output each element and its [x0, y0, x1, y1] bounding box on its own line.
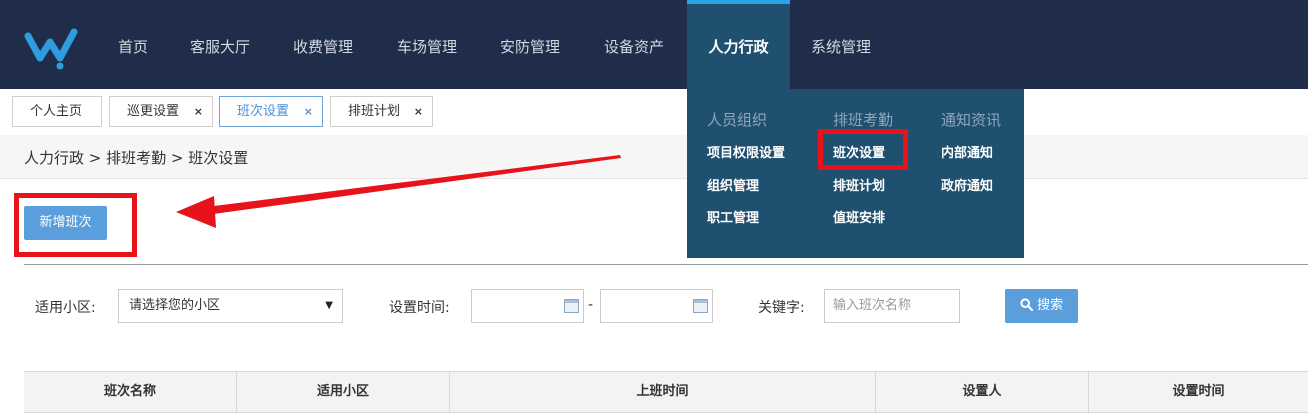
nav-item-billing[interactable]: 收费管理 — [293, 0, 353, 89]
menu-item-project-permissions[interactable]: 项目权限设置 — [707, 142, 785, 161]
page: 首页 客服大厅 收费管理 车场管理 安防管理 设备资产 人力行政 系统管理 个人… — [0, 0, 1308, 416]
hr-admin-dropdown-menu: 人员组织 排班考勤 通知资讯 项目权限设置 组织管理 职工管理 班次设置 排班计… — [687, 89, 1024, 258]
breadcrumb: 人力行政 > 排班考勤 > 班次设置 — [24, 149, 249, 167]
highlight-box-menu — [818, 129, 908, 170]
caret-down-icon: ▼ — [325, 300, 333, 311]
breadcrumb-bar: 人力行政 > 排班考勤 > 班次设置 — [0, 135, 1308, 179]
menu-item-schedule-plan[interactable]: 排班计划 — [833, 175, 885, 194]
nav-item-parking[interactable]: 车场管理 — [397, 0, 457, 89]
calendar-icon[interactable] — [564, 299, 579, 313]
tab-patrol-settings[interactable]: 巡更设置 × — [109, 96, 213, 127]
highlight-box-add — [14, 193, 137, 257]
tabs-bar: 个人主页 巡更设置 × 班次设置 × 排班计划 × — [0, 89, 1308, 135]
top-nav: 首页 客服大厅 收费管理 车场管理 安防管理 设备资产 人力行政 系统管理 — [0, 0, 1308, 89]
end-date-input[interactable] — [600, 289, 713, 323]
menu-item-staff-management[interactable]: 职工管理 — [707, 207, 759, 226]
nav-item-hr-admin[interactable]: 人力行政 — [687, 0, 790, 89]
nav-item-system[interactable]: 系统管理 — [811, 0, 871, 89]
tab-label: 巡更设置 — [127, 104, 180, 119]
close-icon[interactable]: × — [414, 97, 423, 126]
tab-label: 排班计划 — [348, 104, 401, 119]
nav-item-home[interactable]: 首页 — [118, 0, 148, 89]
community-label: 适用小区: — [35, 300, 96, 316]
keyword-input[interactable]: 输入班次名称 — [824, 289, 960, 323]
community-select[interactable]: 请选择您的小区 ▼ — [118, 289, 343, 323]
tab-label: 班次设置 — [237, 104, 290, 119]
column-header-shift-name[interactable]: 班次名称 — [24, 372, 236, 412]
tab-schedule-plan[interactable]: 排班计划 × — [330, 96, 433, 127]
time-label: 设置时间: — [389, 300, 450, 316]
search-icon — [1020, 298, 1034, 312]
tab-shift-settings[interactable]: 班次设置 × — [219, 96, 323, 127]
table-header: 班次名称 适用小区 上班时间 设置人 设置时间 — [24, 371, 1308, 413]
tab-home[interactable]: 个人主页 — [12, 96, 102, 127]
nav-item-assets[interactable]: 设备资产 — [604, 0, 664, 89]
column-header-setter[interactable]: 设置人 — [875, 372, 1088, 412]
menu-group-title-personnel: 人员组织 — [707, 111, 768, 129]
menu-item-government-notice[interactable]: 政府通知 — [941, 175, 993, 194]
column-header-community[interactable]: 适用小区 — [236, 372, 449, 412]
close-icon[interactable]: × — [194, 97, 203, 126]
community-select-value: 请选择您的小区 — [129, 298, 221, 313]
tab-label: 个人主页 — [30, 104, 83, 119]
keyword-placeholder: 输入班次名称 — [833, 298, 912, 313]
column-header-set-time[interactable]: 设置时间 — [1088, 372, 1308, 412]
close-icon[interactable]: × — [304, 97, 313, 126]
menu-item-org-management[interactable]: 组织管理 — [707, 175, 759, 194]
column-header-work-time[interactable]: 上班时间 — [449, 372, 875, 412]
keyword-label: 关键字: — [758, 300, 805, 316]
nav-item-service-hall[interactable]: 客服大厅 — [190, 0, 250, 89]
menu-item-duty-arrangement[interactable]: 值班安排 — [833, 207, 885, 226]
menu-group-title-notices: 通知资讯 — [941, 111, 1002, 129]
menu-group-title-attendance: 排班考勤 — [833, 111, 894, 129]
nav-item-security[interactable]: 安防管理 — [500, 0, 560, 89]
date-separator: - — [588, 297, 594, 313]
calendar-icon[interactable] — [693, 299, 708, 313]
start-date-input[interactable] — [471, 289, 584, 323]
divider — [24, 264, 1308, 265]
menu-item-internal-notice[interactable]: 内部通知 — [941, 142, 993, 161]
search-button[interactable]: 搜索 — [1005, 289, 1078, 323]
search-button-label: 搜索 — [1037, 298, 1064, 313]
logo-icon[interactable] — [24, 26, 80, 70]
